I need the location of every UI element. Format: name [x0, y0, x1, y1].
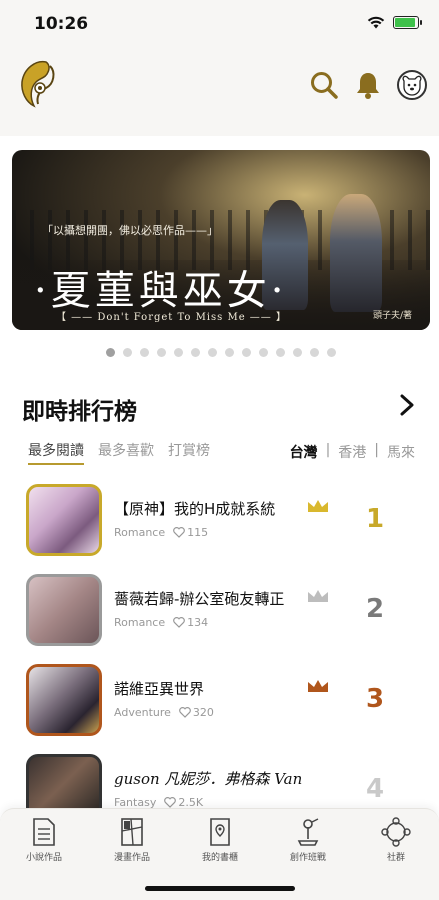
crown-icon: [308, 500, 328, 512]
bookshelf-icon: [210, 818, 230, 846]
carousel-dot[interactable]: [259, 348, 268, 357]
section-title: 即時排行榜: [22, 399, 137, 425]
carousel-dot[interactable]: [276, 348, 285, 357]
book-cover: [26, 574, 102, 646]
crown-icon: [308, 680, 328, 692]
likes-count: 115: [173, 526, 208, 539]
carousel-dot[interactable]: [293, 348, 302, 357]
user-avatar[interactable]: [397, 70, 427, 100]
book-cover: [26, 484, 102, 556]
book-meta: Romance 134: [114, 616, 208, 629]
book-title: 諾維亞異世界: [114, 680, 205, 698]
region-malaysia[interactable]: 馬來: [387, 442, 415, 462]
region-separator: |: [325, 442, 331, 458]
book-genre: Romance: [114, 526, 166, 539]
carousel-dot[interactable]: [310, 348, 319, 357]
status-icons: [367, 16, 422, 29]
book-genre: Adventure: [114, 706, 171, 719]
book-title: 薔薇若歸-辦公室砲友轉正: [114, 590, 285, 608]
ranking-row[interactable]: 諾維亞異世界 Adventure 320 3: [26, 664, 416, 740]
rank-number: 1: [366, 504, 385, 534]
community-icon: [381, 817, 411, 847]
carousel-dot[interactable]: [242, 348, 251, 357]
banner-subtitle: 【 —— Don't Forget To Miss Me —— 】: [56, 312, 287, 323]
battery-icon: [393, 16, 422, 29]
tab-tips[interactable]: 打賞榜: [168, 440, 210, 465]
carousel-dot[interactable]: [157, 348, 166, 357]
tab-label: 社群: [386, 853, 405, 863]
ranking-tabs: 最多閱讀 最多喜歡 打賞榜: [28, 440, 210, 465]
tab-label: 我的書櫃: [201, 853, 238, 863]
region-selector: 台灣 | 香港 | 馬來: [290, 442, 415, 462]
wifi-icon: [367, 16, 385, 29]
rank-number: 4: [366, 774, 385, 804]
carousel-dot[interactable]: [191, 348, 200, 357]
carousel-indicator[interactable]: [106, 348, 336, 357]
carousel-dot[interactable]: [140, 348, 149, 357]
carousel-dot[interactable]: [123, 348, 132, 357]
tab-label: 漫畫作品: [113, 853, 150, 863]
book-genre: Romance: [114, 616, 166, 629]
ranking-row[interactable]: 【原神】我的H成就系統 Romance 115 1: [26, 484, 416, 560]
carousel-dot[interactable]: [327, 348, 336, 357]
crown-icon: [308, 590, 328, 602]
carousel-dot[interactable]: [106, 348, 115, 357]
carousel-dot[interactable]: [225, 348, 234, 357]
tab-most-read[interactable]: 最多閱讀: [28, 440, 84, 465]
heart-icon: [164, 797, 177, 808]
banner-tagline: 「以攝想開團，佛以必思作品——」: [42, 224, 218, 237]
status-bar: 10:26: [0, 0, 439, 48]
heart-icon: [173, 527, 185, 538]
app-logo-icon[interactable]: [16, 58, 58, 110]
book-title: 【原神】我的H成就系統: [114, 500, 276, 518]
likes-value: 115: [187, 526, 209, 539]
region-hongkong[interactable]: 香港: [338, 442, 366, 462]
tab-novels[interactable]: 小說作品: [4, 817, 84, 863]
likes-value: 320: [192, 706, 214, 719]
banner-author: 頭子夫/著: [372, 311, 412, 321]
status-time: 10:26: [34, 14, 89, 34]
likes-value: 134: [187, 616, 209, 629]
book-meta: Adventure 320: [114, 706, 214, 719]
heart-icon: [173, 617, 185, 628]
carousel-dot[interactable]: [208, 348, 217, 357]
search-icon[interactable]: [309, 70, 339, 100]
likes-count: 134: [173, 616, 208, 629]
tab-comics[interactable]: 漫畫作品: [92, 817, 172, 863]
document-icon: [33, 818, 55, 846]
tab-label: 小說作品: [25, 853, 62, 863]
book-meta: Romance 115: [114, 526, 208, 539]
comic-icon: [121, 818, 143, 846]
heart-icon: [179, 707, 191, 718]
home-indicator[interactable]: [145, 886, 295, 891]
tab-creator[interactable]: 創作班戰: [268, 817, 348, 863]
likes-count: 320: [179, 706, 214, 719]
rank-number: 2: [366, 594, 385, 624]
chevron-right-icon[interactable]: [399, 394, 415, 416]
region-separator: |: [374, 442, 379, 458]
tab-community[interactable]: 社群: [356, 817, 436, 863]
ranking-row[interactable]: 薔薇若歸-辦公室砲友轉正 Romance 134 2: [26, 574, 416, 650]
bell-icon[interactable]: [355, 71, 381, 99]
app-header: [0, 48, 439, 136]
book-title: guson 凡妮莎．弗格森 Van: [114, 770, 303, 788]
carousel-dot[interactable]: [174, 348, 183, 357]
featured-banner[interactable]: 「以攝想開團，佛以必思作品——」 ·夏菫與巫女· 【 —— Don't Forg…: [12, 150, 430, 330]
tab-most-liked[interactable]: 最多喜歡: [98, 440, 154, 465]
region-taiwan[interactable]: 台灣: [290, 442, 318, 462]
creator-icon: [297, 818, 319, 846]
tab-label: 創作班戰: [289, 853, 326, 863]
rank-number: 3: [366, 684, 385, 714]
tab-bookshelf[interactable]: 我的書櫃: [180, 817, 260, 863]
book-cover: [26, 664, 102, 736]
dog-avatar-icon: [402, 75, 422, 96]
banner-figure-right: [330, 194, 382, 312]
